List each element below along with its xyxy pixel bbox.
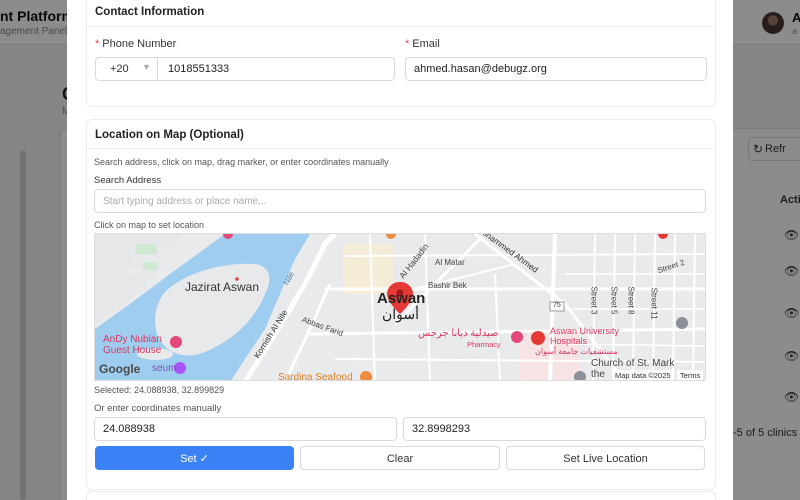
map-route-shield: 75 bbox=[553, 302, 561, 309]
map-label-matar: Al Matar bbox=[435, 258, 465, 267]
longitude-input[interactable]: 32.8998293 bbox=[403, 417, 706, 441]
map-label-street5: Street 5 bbox=[609, 286, 619, 315]
map-label-aswan: Aswan bbox=[377, 290, 426, 307]
contact-section: Contact Information * Phone Number +20 ▼ … bbox=[86, 0, 716, 107]
map-label-hospital-1: Aswan University bbox=[550, 326, 620, 336]
phone-label: * Phone Number bbox=[95, 38, 177, 50]
location-map[interactable]: Jazirat Aswan Nile Kornish Al Nile Abbas… bbox=[94, 233, 706, 381]
map-label-andy-1: AnDy Nubian bbox=[103, 334, 162, 345]
country-code-select[interactable]: +20 ▼ bbox=[96, 58, 158, 80]
phone-input[interactable]: 1018551333 bbox=[168, 63, 229, 75]
search-placeholder: Start typing address or place name... bbox=[103, 196, 267, 207]
clinic-form-modal: Contact Information * Phone Number +20 ▼ … bbox=[67, 0, 733, 500]
location-section-title: Location on Map (Optional) bbox=[95, 129, 244, 141]
selected-coordinates: Selected: 24.088938, 32.899829 bbox=[94, 385, 225, 395]
location-instructions: Search address, click on map, drag marke… bbox=[94, 157, 389, 167]
map-label-street11: Street 11 bbox=[649, 287, 659, 320]
set-live-location-button[interactable]: Set Live Location bbox=[506, 446, 705, 470]
map-label-pharmacy-ar: صيدلية ديانا جرجس bbox=[418, 328, 499, 339]
map-hint: Click on map to set location bbox=[94, 220, 205, 230]
section-divider bbox=[87, 148, 715, 149]
map-label-museum: seum bbox=[152, 363, 177, 374]
search-address-label: Search Address bbox=[94, 175, 162, 186]
map-label-andy-2: Guest House bbox=[103, 345, 162, 356]
map-label-jazirat: Jazirat Aswan bbox=[185, 280, 260, 294]
clear-button[interactable]: Clear bbox=[300, 446, 500, 470]
google-logo: Google bbox=[99, 362, 141, 376]
map-label-aswan-ar: أسوان bbox=[382, 306, 420, 322]
map-label-street8: Street 8 bbox=[626, 286, 636, 315]
section-divider bbox=[87, 26, 715, 27]
next-section bbox=[86, 491, 716, 500]
map-terms-link[interactable]: Terms bbox=[677, 370, 704, 380]
latitude-input[interactable]: 24.088938 bbox=[94, 417, 397, 441]
map-label-church-2: the bbox=[591, 369, 605, 380]
map-label-pharmacy: Pharmacy bbox=[467, 340, 501, 349]
manual-coordinates-label: Or enter coordinates manually bbox=[94, 403, 222, 414]
map-label-street3: Street 3 bbox=[589, 286, 599, 315]
chevron-down-icon: ▼ bbox=[142, 62, 151, 72]
map-label-hospital-ar: مستشفيات جامعة أسوان bbox=[535, 347, 618, 356]
email-label: * Email bbox=[405, 38, 440, 50]
set-coordinates-button[interactable]: Set ✓ bbox=[95, 446, 294, 470]
contact-section-title: Contact Information bbox=[95, 6, 205, 18]
map-attribution: Map data ©2025 bbox=[612, 370, 674, 380]
map-label-hospital-2: Hospitals bbox=[550, 336, 588, 346]
email-input[interactable]: ahmed.hasan@debugz.org bbox=[405, 57, 707, 81]
map-label-bashir: Bashir Bek bbox=[428, 281, 467, 290]
search-address-input[interactable]: Start typing address or place name... bbox=[94, 189, 706, 213]
map-label-sardina: Sardina Seafood bbox=[278, 372, 353, 381]
map-label-church: Church of St. Mark bbox=[591, 358, 675, 369]
phone-field[interactable]: +20 ▼ 1018551333 bbox=[95, 57, 395, 81]
country-code-value: +20 bbox=[110, 63, 129, 75]
